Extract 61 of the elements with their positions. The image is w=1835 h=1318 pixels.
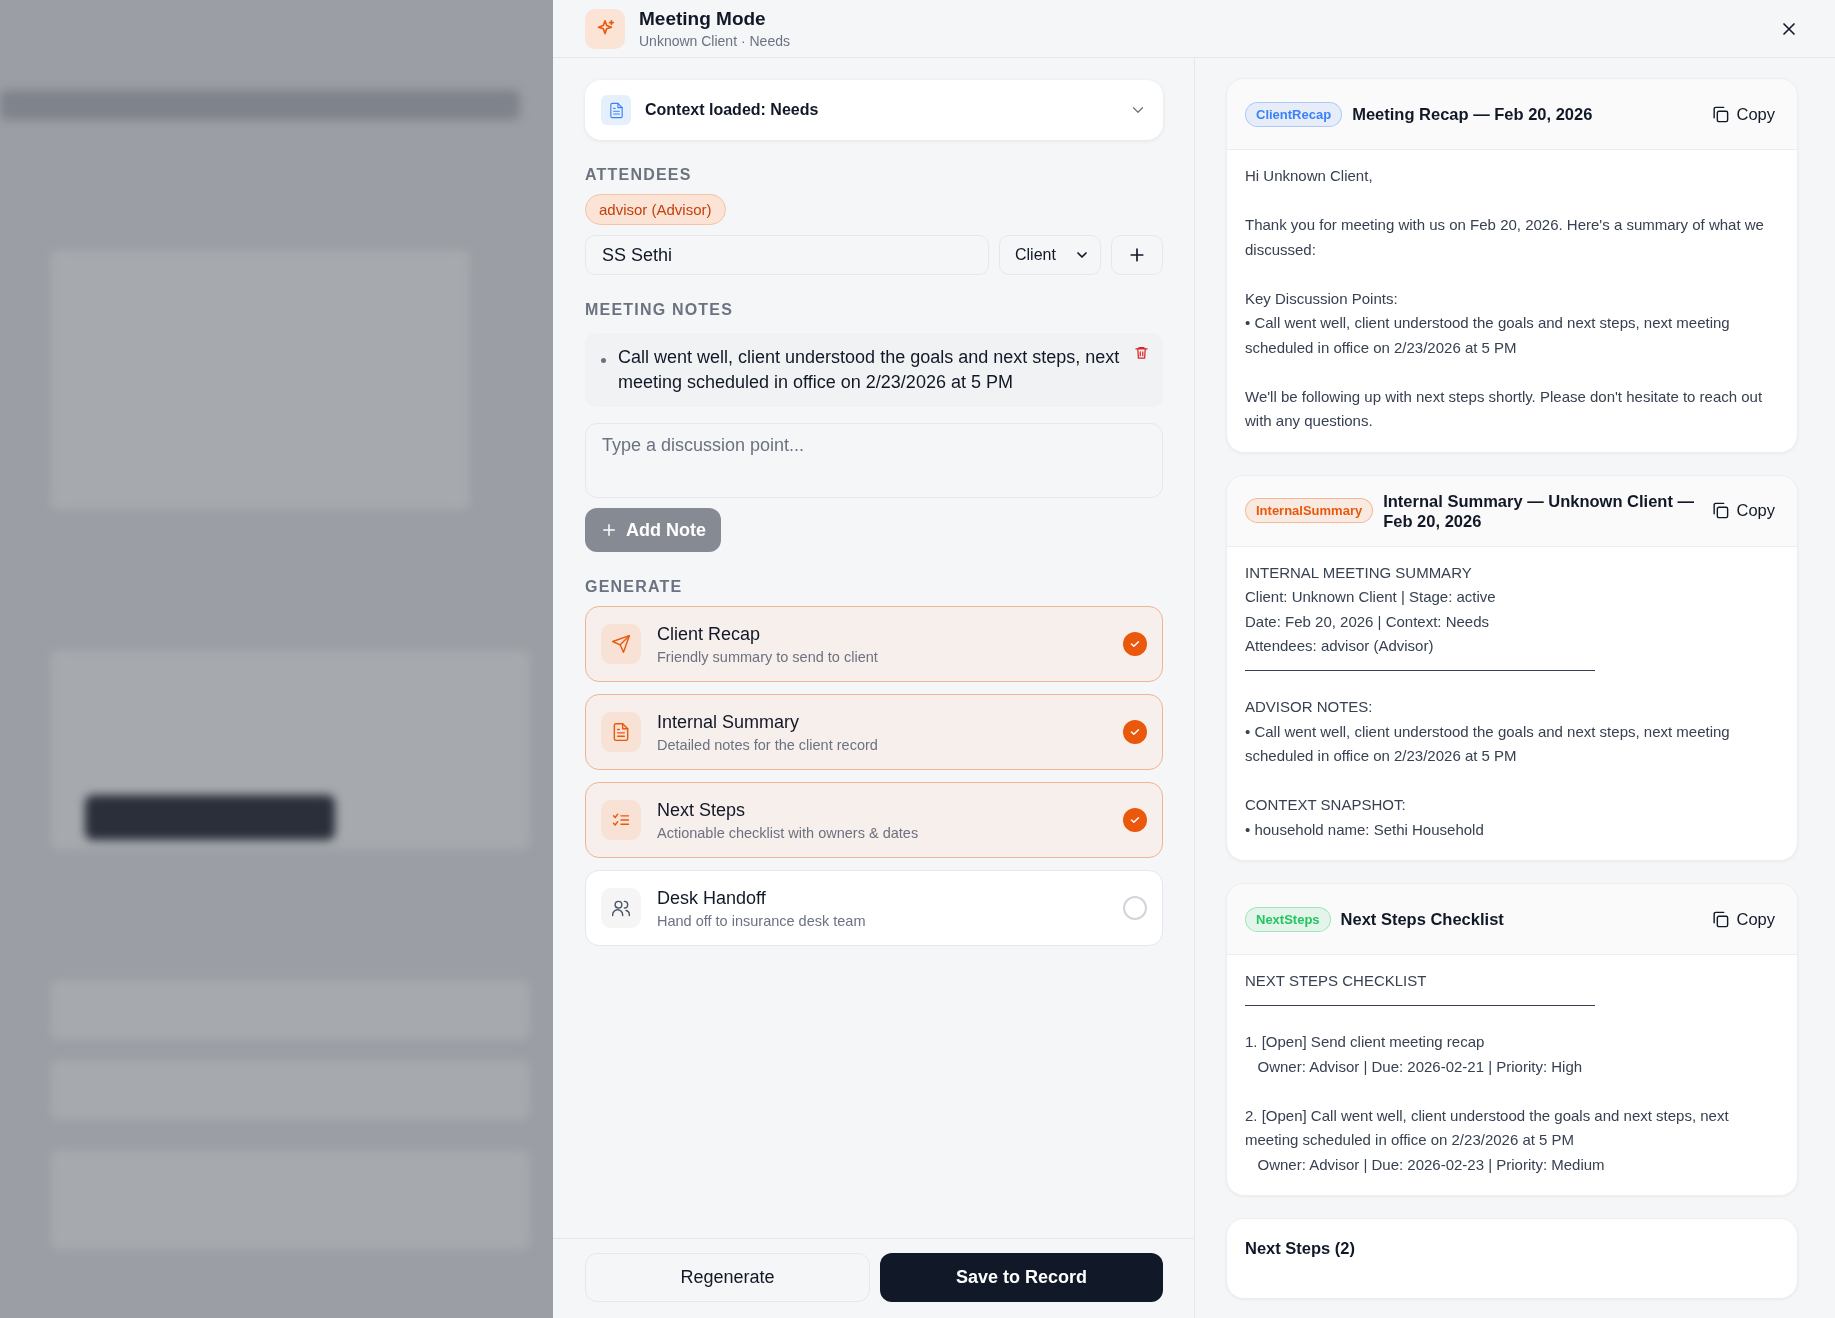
generate-option[interactable]: Client Recap Friendly summary to send to client [585, 606, 1163, 682]
modal-subtitle: Unknown Client · Needs [639, 33, 790, 49]
copy-button[interactable]: Copy [1711, 909, 1775, 929]
delete-button[interactable] [1134, 345, 1149, 360]
generate-option[interactable]: Internal Summary Detailed notes for the client record [585, 694, 1163, 770]
body-text: Key Discussion Points: [1245, 288, 1399, 309]
body-text: Thank you for meeting with us on Feb 20, 2026. Here's a summary of what we discussed: [1245, 215, 1765, 260]
type-tag: NextSteps [1245, 906, 1331, 932]
body-text: Date: Feb 20, 2026 | Context: Needs [1245, 611, 1491, 632]
section-heading: MEETING NOTES [585, 301, 735, 319]
body-text: Attendees: advisor (Advisor) [1245, 636, 1435, 656]
checkbox[interactable] [1123, 720, 1147, 744]
body-text: ADVISOR NOTES: [1245, 697, 1374, 717]
attendee-name-field[interactable]: SS Sethi [585, 235, 989, 275]
card-title: Internal Summary — Unknown Client — Feb 20, 2026 [1383, 490, 1695, 531]
body-text: We'll be following up with next steps shortly. Please don't hesitate to reach out with any questions. [1245, 386, 1764, 431]
save-to-record-button[interactable]: Save to Record [880, 1253, 1163, 1302]
body-text: Client: Unknown Client | Stage: active [1245, 587, 1497, 607]
copy-icon [1711, 501, 1731, 520]
copy-icon [1711, 909, 1731, 929]
body-text: 1. [Open] Send client meeting recap [1245, 1032, 1486, 1052]
body-text: • household name: Sethi Household [1245, 819, 1485, 840]
body-text: • Call went well, client understood the goals and next steps, next meeting scheduled in office on 2/23/2026 at 5 PM [1245, 721, 1731, 766]
body-text: Owner: Advisor | Due: 2026-02-21 | Priority: High [1256, 1056, 1584, 1077]
body-text: NEXT STEPS CHECKLIST [1245, 971, 1428, 991]
regenerate-button[interactable]: Regenerate [585, 1253, 870, 1302]
card-title: Next Steps Checklist [1340, 909, 1505, 929]
discussion-point-field[interactable]: Type a discussion point... [585, 423, 1163, 498]
note-text: Call went well, client understood the goals and next steps, next meeting scheduled in office on 2/23/2026 at 5 PM [618, 346, 1121, 394]
context-dropdown[interactable]: Context loaded: Needs [585, 80, 1163, 140]
type-tag: ClientRecap [1245, 101, 1343, 127]
copy-button[interactable]: Copy [1711, 501, 1775, 520]
body-text: CONTEXT SNAPSHOT: [1245, 795, 1407, 815]
type-tag: InternalSummary [1245, 498, 1374, 523]
card-title: Meeting Recap — Feb 20, 2026 [1352, 104, 1594, 124]
modal-title: Meeting Mode [639, 8, 767, 30]
bullet-icon [601, 358, 606, 363]
checkbox[interactable] [1123, 896, 1147, 920]
copy-button[interactable]: Copy [1711, 104, 1775, 124]
body-text: Owner: Advisor | Due: 2026-02-23 | Priority: Medium [1256, 1154, 1606, 1175]
body-text: 2. [Open] Call went well, client understood the goals and next steps, next meeting scheduled in office on 2/23/2026 at 5 PM [1245, 1105, 1730, 1150]
role-select[interactable]: Client [999, 235, 1101, 275]
card-title: Next Steps (2) [1244, 1238, 1357, 1259]
body-text: Hi Unknown Client, [1245, 166, 1374, 186]
checkbox[interactable] [1123, 808, 1147, 832]
document-icon [611, 722, 631, 742]
people-icon [611, 898, 631, 918]
plus-icon [600, 521, 618, 539]
checkbox[interactable] [1123, 632, 1147, 656]
add-attendee-button[interactable] [1111, 235, 1163, 275]
section-heading: GENERATE [585, 578, 684, 596]
body-text: • Call went well, client understood the goals and next steps, next meeting scheduled in office on 2/23/2026 at 5 PM [1245, 313, 1731, 358]
generate-option[interactable]: Next Steps Actionable checklist with owners & dates [585, 782, 1163, 858]
body-text: INTERNAL MEETING SUMMARY [1245, 562, 1473, 583]
copy-icon [1711, 104, 1731, 124]
send-icon [611, 634, 631, 654]
section-heading: ATTENDEES [585, 166, 693, 184]
attendee-chip: advisor (Advisor) [585, 194, 726, 225]
trash-icon [1134, 345, 1149, 360]
document-glyph [607, 101, 625, 119]
generate-option[interactable]: Desk Handoff Hand off to insurance desk team [585, 870, 1163, 946]
